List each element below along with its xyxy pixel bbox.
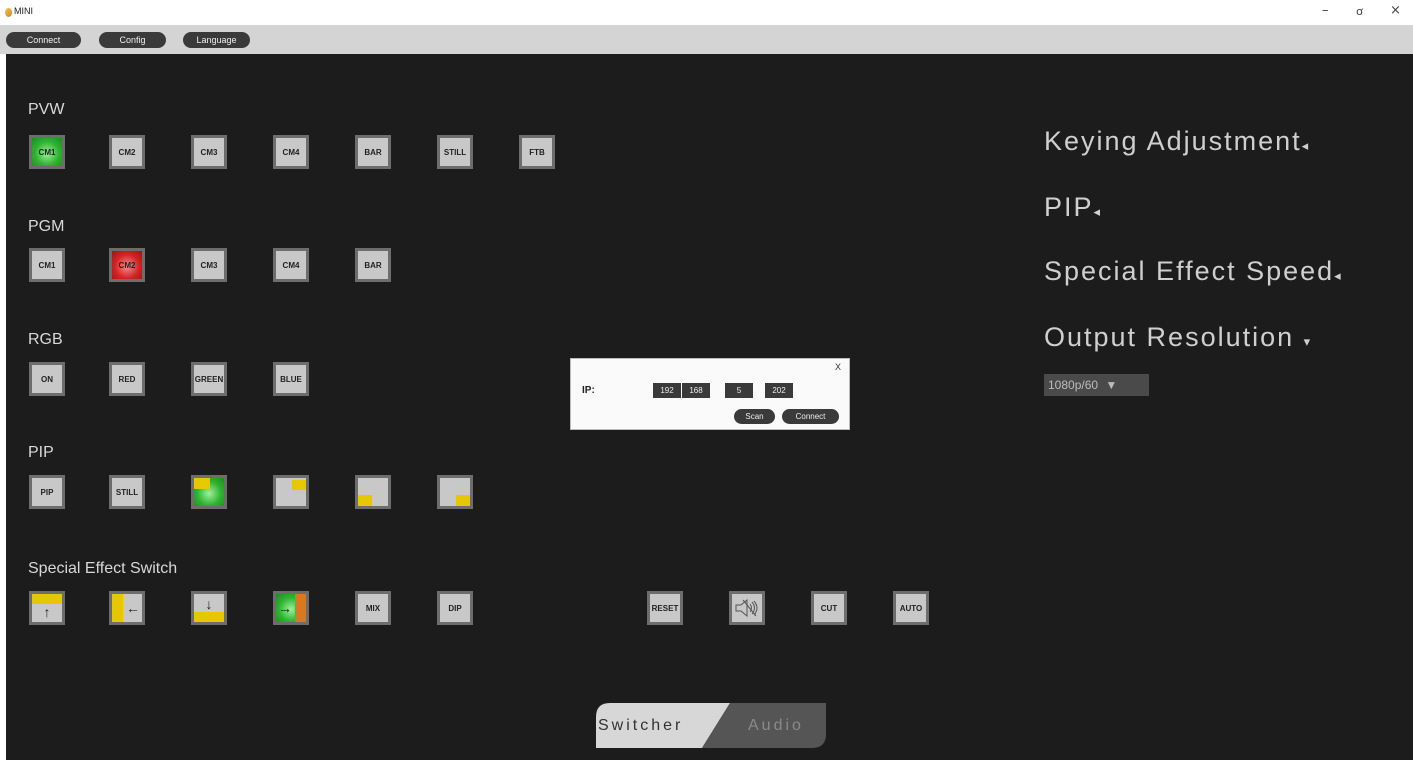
pvw-cm3-button[interactable]: CM3 [191, 135, 227, 169]
pvw-cm2-button[interactable]: CM2 [109, 135, 145, 169]
auto-button[interactable]: AUTO [893, 591, 929, 625]
arrow-up-icon: ↑ [43, 604, 51, 620]
wipe-left-button[interactable]: ← [109, 591, 145, 625]
arrow-left-icon: ← [126, 600, 140, 616]
pgm-bar-button[interactable]: BAR [355, 248, 391, 282]
minimize-button[interactable]: – [1322, 3, 1329, 18]
output-resolution-label: Output Resolution [1044, 322, 1295, 352]
config-menu-button[interactable]: Config [99, 32, 166, 48]
resolution-select[interactable]: 1080p/60 ▼ [1044, 374, 1149, 396]
connect-dialog: X IP: 192 168 5 202 Scan Connect [570, 358, 850, 430]
rgb-label: RGB [28, 331, 63, 348]
pip-label: PIP [28, 444, 54, 461]
pip-bottom-left-icon [358, 495, 372, 506]
ip-label: IP: [582, 385, 595, 396]
pip-top-left-icon [194, 478, 210, 489]
pgm-cm3-button[interactable]: CM3 [191, 248, 227, 282]
caret-down-icon: ▾ [1303, 334, 1311, 349]
arrow-down-icon: ↓ [205, 596, 213, 612]
reset-button[interactable]: RESET [647, 591, 683, 625]
pip-bottom-left-button[interactable] [355, 475, 391, 509]
close-button[interactable]: × [1390, 3, 1401, 18]
wipe-up-button[interactable]: ↑ [29, 591, 65, 625]
dropdown-arrow-icon: ▼ [1105, 378, 1118, 392]
wipe-left-fill [112, 594, 123, 622]
switcher-tab[interactable]: Switcher [598, 717, 683, 735]
effect-switch-label: Special Effect Switch [28, 560, 178, 577]
speaker-mute-icon [735, 598, 758, 618]
mode-switch: Switcher Audio [596, 703, 826, 748]
pgm-cm4-button[interactable]: CM4 [273, 248, 309, 282]
pvw-label: PVW [28, 101, 65, 118]
pip-header-label: PIP [1044, 192, 1094, 222]
wipe-right-button[interactable]: → [273, 591, 309, 625]
ip-octet-4-field[interactable]: 202 [765, 383, 793, 398]
language-menu-button[interactable]: Language [183, 32, 250, 48]
caret-left-icon: ◂ [1301, 138, 1309, 153]
pvw-cm4-button[interactable]: CM4 [273, 135, 309, 169]
pip-still-button[interactable]: STILL [109, 475, 145, 509]
mix-button[interactable]: MIX [355, 591, 391, 625]
ip-octet-3-field[interactable]: 5 [725, 383, 753, 398]
arrow-right-icon: → [278, 600, 292, 616]
pip-bottom-right-icon [456, 495, 470, 506]
wipe-up-fill [32, 594, 62, 604]
pgm-label: PGM [28, 218, 65, 235]
rgb-blue-button[interactable]: BLUE [273, 362, 309, 396]
pip-top-right-icon [292, 480, 306, 490]
menu-bar: Connect Config Language [0, 25, 1413, 54]
resolution-value: 1080p/60 [1048, 378, 1099, 392]
pip-button[interactable]: PIP [29, 475, 65, 509]
pvw-cm1-button[interactable]: CM1 [29, 135, 65, 169]
connect-menu-button[interactable]: Connect [6, 32, 81, 48]
ip-octet-1-field[interactable]: 192 [653, 383, 681, 398]
wipe-right-fill [295, 594, 306, 622]
mute-button[interactable] [729, 591, 765, 625]
pgm-cm1-button[interactable]: CM1 [29, 248, 65, 282]
rgb-red-button[interactable]: RED [109, 362, 145, 396]
dialog-close-button[interactable]: X [835, 362, 841, 372]
rgb-on-button[interactable]: ON [29, 362, 65, 396]
caret-left-icon: ◂ [1334, 268, 1341, 283]
dip-button[interactable]: DIP [437, 591, 473, 625]
effect-speed-label: Special Effect Speed [1044, 256, 1335, 286]
pvw-ftb-button[interactable]: FTB [519, 135, 555, 169]
cut-button[interactable]: CUT [811, 591, 847, 625]
keying-adjustment-label: Keying Adjustment [1044, 126, 1302, 156]
pip-header[interactable]: PIP◂ [1044, 192, 1100, 223]
effect-speed-header[interactable]: Special Effect Speed◂ [1044, 256, 1341, 287]
caret-left-icon: ◂ [1093, 204, 1101, 219]
rgb-green-button[interactable]: GREEN [191, 362, 227, 396]
dialog-connect-button[interactable]: Connect [782, 409, 839, 424]
pip-top-left-button[interactable] [191, 475, 227, 509]
output-resolution-header[interactable]: Output Resolution ▾ [1044, 322, 1310, 353]
keying-adjustment-header[interactable]: Keying Adjustment◂ [1044, 126, 1308, 157]
scan-button[interactable]: Scan [734, 409, 775, 424]
wipe-down-button[interactable]: ↓ [191, 591, 227, 625]
app-title: MINI [14, 6, 33, 16]
maximize-button[interactable]: ơ [1356, 5, 1363, 18]
pvw-bar-button[interactable]: BAR [355, 135, 391, 169]
app-logo-icon [5, 8, 12, 17]
audio-tab[interactable]: Audio [748, 717, 804, 735]
pgm-cm2-button[interactable]: CM2 [109, 248, 145, 282]
wipe-down-fill [194, 612, 224, 622]
ip-octet-2-field[interactable]: 168 [682, 383, 710, 398]
pip-bottom-right-button[interactable] [437, 475, 473, 509]
pip-top-right-button[interactable] [273, 475, 309, 509]
title-bar: MINI – ơ × [0, 0, 1413, 25]
pvw-still-button[interactable]: STILL [437, 135, 473, 169]
